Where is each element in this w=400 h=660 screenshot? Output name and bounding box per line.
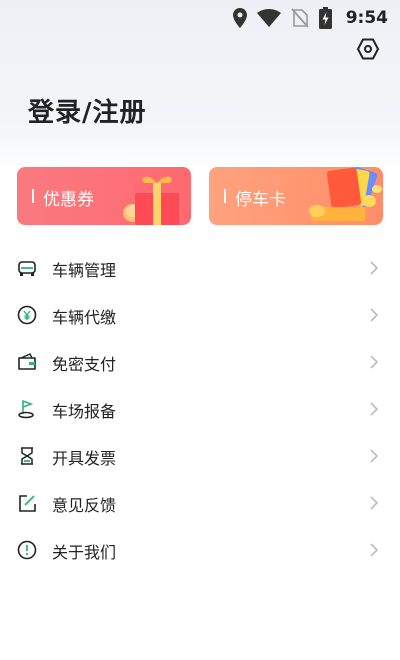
- invoice-icon: [17, 446, 37, 466]
- chevron-right-icon: [370, 496, 379, 510]
- menu-item-password-free-payment[interactable]: 免密支付: [0, 339, 400, 386]
- menu-item-issue-invoice[interactable]: 开具发票: [0, 433, 400, 480]
- car-icon: [17, 258, 37, 278]
- no-sim-icon: [291, 8, 309, 28]
- wallet-icon: [17, 352, 37, 372]
- menu-item-label: 车辆代缴: [52, 307, 117, 327]
- menu-item-label: 关于我们: [52, 542, 117, 562]
- menu-item-vehicle-payment[interactable]: 车辆代缴: [0, 292, 400, 339]
- battery-charging-icon: [318, 7, 332, 29]
- menu-item-label: 车辆管理: [52, 260, 117, 280]
- wifi-icon: [256, 9, 281, 27]
- menu-item-about-us[interactable]: 关于我们: [0, 527, 400, 574]
- status-bar: 9:54: [0, 0, 400, 36]
- location-icon: [232, 8, 247, 28]
- menu-item-label: 开具发票: [52, 448, 117, 468]
- flag-location-icon: [17, 399, 37, 419]
- card-accent-bar: [32, 189, 34, 203]
- chevron-right-icon: [370, 261, 379, 275]
- menu-list: 车辆管理 车辆代缴 免密支付 车场报备 开具发票 意见反馈 关于我们: [0, 245, 400, 574]
- cards-coins-icon: [309, 167, 382, 221]
- coupon-label: 优惠券: [43, 190, 94, 210]
- chevron-right-icon: [370, 308, 379, 322]
- card-accent-bar: [224, 189, 226, 203]
- info-exclamation-icon: [17, 540, 37, 560]
- chevron-right-icon: [370, 543, 379, 557]
- parking-card[interactable]: 停车卡: [209, 167, 383, 225]
- yuan-coin-icon: [17, 305, 37, 325]
- menu-item-feedback[interactable]: 意见反馈: [0, 480, 400, 527]
- menu-item-label: 车场报备: [52, 401, 117, 421]
- menu-item-label: 意见反馈: [52, 495, 117, 515]
- chevron-right-icon: [370, 355, 379, 369]
- settings-button[interactable]: [354, 37, 382, 65]
- parking-card-label: 停车卡: [235, 190, 286, 210]
- gift-box-icon: [123, 176, 181, 225]
- menu-item-parking-report[interactable]: 车场报备: [0, 386, 400, 433]
- menu-item-vehicle-management[interactable]: 车辆管理: [0, 245, 400, 292]
- login-register-link[interactable]: 登录/注册: [28, 92, 147, 129]
- menu-item-label: 免密支付: [52, 354, 117, 374]
- settings-hexagon-icon: [356, 37, 380, 65]
- coupon-card[interactable]: 优惠券: [17, 167, 191, 225]
- chevron-right-icon: [370, 449, 379, 463]
- clock: 9:54: [345, 8, 388, 28]
- chevron-right-icon: [370, 402, 379, 416]
- feedback-edit-icon: [17, 493, 37, 513]
